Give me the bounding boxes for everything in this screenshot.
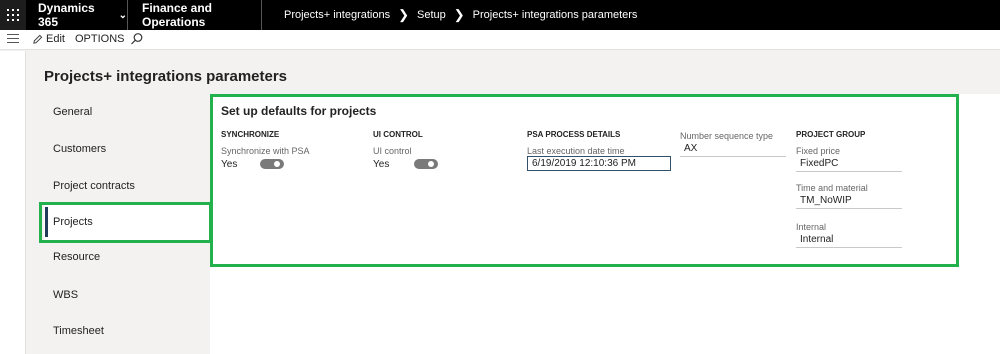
app-switcher[interactable]: Dynamics 365 ⌄ [26, 0, 128, 30]
breadcrumb-item[interactable]: Projects+ integrations parameters [473, 9, 638, 21]
page-title: Projects+ integrations parameters [44, 68, 288, 85]
tab-resource[interactable]: Resource [44, 239, 210, 275]
app-launcher-icon[interactable] [0, 0, 26, 30]
chevron-right-icon: ❯ [453, 7, 465, 22]
content-section-highlight [210, 94, 959, 267]
action-pane: Edit OPTIONS [0, 30, 1000, 50]
tab-general[interactable]: General [44, 94, 210, 130]
breadcrumb-item[interactable]: Projects+ integrations [284, 9, 390, 21]
hamburger-menu-icon[interactable] [7, 34, 19, 44]
tab-wbs[interactable]: WBS [44, 277, 210, 313]
breadcrumb: Projects+ integrations ❯ Setup ❯ Project… [262, 0, 637, 30]
chevron-right-icon: ❯ [398, 7, 409, 22]
navigation-pane-strip [0, 51, 26, 354]
tab-customers[interactable]: Customers [44, 131, 210, 167]
pencil-icon [33, 34, 43, 44]
app-name: Dynamics 365 [38, 1, 95, 29]
tab-timesheet[interactable]: Timesheet [44, 313, 210, 349]
projects-tab-highlight [39, 202, 212, 243]
edit-button[interactable]: Edit [32, 33, 65, 45]
chevron-down-icon: ⌄ [118, 9, 127, 21]
breadcrumb-item[interactable]: Setup [417, 9, 446, 21]
tab-project-contracts[interactable]: Project contracts [44, 168, 210, 204]
module-name[interactable]: Finance and Operations [128, 0, 262, 30]
edit-label: Edit [46, 33, 65, 45]
options-button[interactable]: OPTIONS [75, 33, 125, 45]
top-navigation-bar: Dynamics 365 ⌄ Finance and Operations Pr… [0, 0, 1000, 30]
search-icon[interactable] [130, 32, 144, 46]
